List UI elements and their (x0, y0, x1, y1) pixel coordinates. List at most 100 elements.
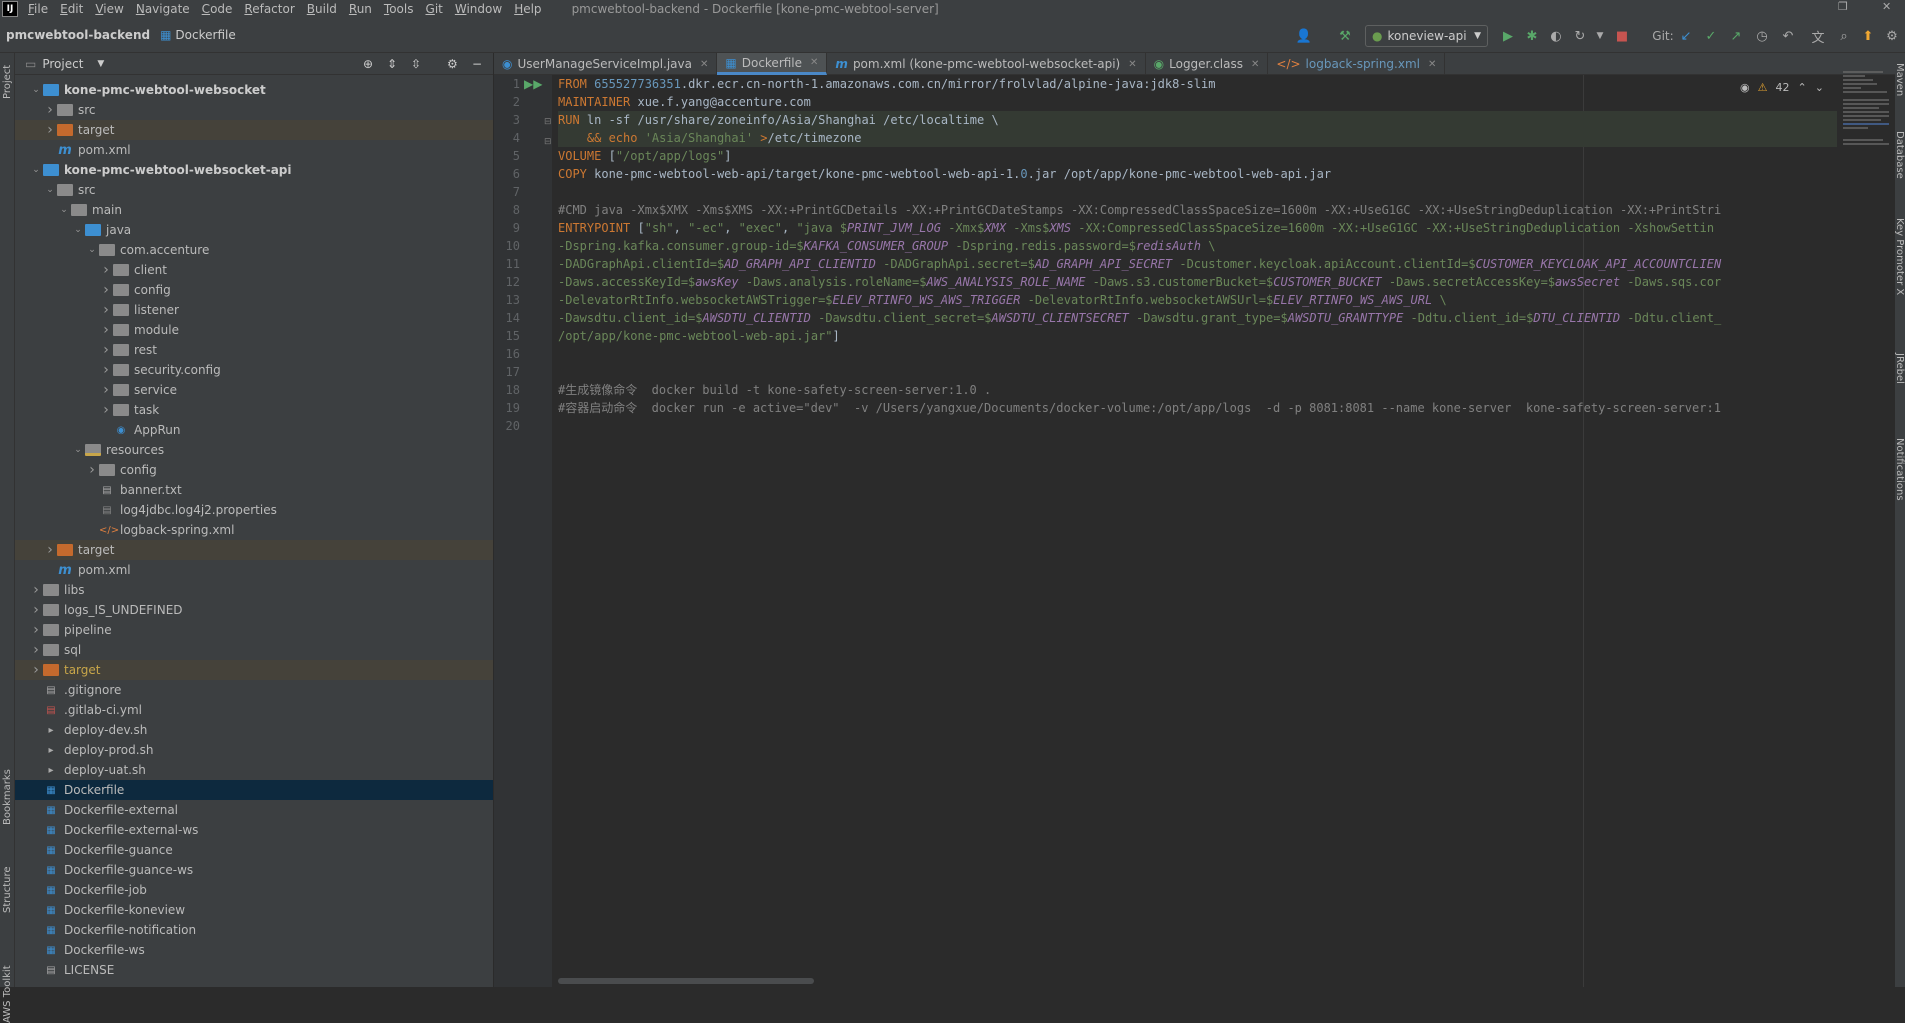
code-line[interactable]: -DelevatorRtInfo.websocketAWSTrigger=$EL… (558, 291, 1837, 309)
menu-tools[interactable]: Tools (384, 2, 414, 16)
editor-tab[interactable]: m pom.xml (kone-pmc-webtool-websocket-api… (827, 53, 1146, 75)
expanded-chevron-icon[interactable]: ⌄ (57, 205, 71, 215)
tree-item[interactable]: ▦ Dockerfile-ws (15, 940, 493, 960)
expanded-chevron-icon[interactable]: ⌄ (29, 85, 43, 95)
menu-view[interactable]: View (95, 2, 123, 16)
breadcrumb-project[interactable]: pmcwebtool-backend (6, 28, 150, 42)
menu-refactor[interactable]: Refactor (244, 2, 294, 16)
coverage-icon[interactable]: ◐ (1546, 26, 1566, 46)
menu-navigate[interactable]: Navigate (136, 2, 190, 16)
code-line[interactable] (558, 417, 1837, 435)
history-icon[interactable]: ◷ (1752, 26, 1772, 46)
tree-item[interactable]: ▦ Dockerfile-guance-ws (15, 860, 493, 880)
collapsed-chevron-icon[interactable]: › (99, 362, 113, 378)
close-tab-icon[interactable]: ✕ (1428, 59, 1436, 70)
expanded-chevron-icon[interactable]: ⌄ (71, 225, 85, 235)
collapsed-chevron-icon[interactable]: › (99, 322, 113, 338)
tree-item[interactable]: › target (15, 540, 493, 560)
user-icon[interactable]: 👤 (1293, 26, 1315, 46)
collapsed-chevron-icon[interactable]: › (43, 102, 57, 118)
tree-item[interactable]: › listener (15, 300, 493, 320)
update-icon[interactable]: ⬆ (1858, 26, 1878, 46)
settings-gear-icon[interactable]: ⚙ (1882, 26, 1902, 46)
expanded-chevron-icon[interactable]: ⌄ (29, 165, 43, 175)
editor-tab[interactable]: </> logback-spring.xml ✕ (1268, 53, 1446, 75)
fold-marker-icon[interactable]: ⊟ (544, 117, 552, 127)
editor-tab[interactable]: ◉ UserManageServiceImpl.java ✕ (494, 53, 718, 75)
tree-item[interactable]: ▸ deploy-prod.sh (15, 740, 493, 760)
menu-run[interactable]: Run (349, 2, 372, 16)
code-line[interactable] (558, 363, 1837, 381)
tree-item[interactable]: › config (15, 460, 493, 480)
code-line[interactable] (558, 183, 1837, 201)
code-minimap[interactable] (1843, 67, 1891, 237)
tree-item[interactable]: ▤ .gitlab-ci.yml (15, 700, 493, 720)
expanded-chevron-icon[interactable]: ⌄ (71, 445, 85, 455)
tree-item[interactable]: › task (15, 400, 493, 420)
code-line[interactable]: -Dawsdtu.client_id=$AWSDTU_CLIENTID -Daw… (558, 309, 1837, 327)
maven-tool-button[interactable]: Maven (1894, 63, 1905, 96)
tree-item[interactable]: › config (15, 280, 493, 300)
close-window-icon[interactable]: ✕ (1882, 0, 1891, 13)
run-gutter-icon[interactable]: ▶▶ (524, 77, 542, 91)
tree-item[interactable]: ▦ Dockerfile-guance (15, 840, 493, 860)
tree-item[interactable]: › client (15, 260, 493, 280)
tree-item[interactable]: › sql (15, 640, 493, 660)
collapsed-chevron-icon[interactable]: › (29, 622, 43, 638)
tree-item[interactable]: ▤ LICENSE (15, 960, 493, 980)
fold-marker-icon[interactable]: ⊟ (544, 137, 552, 147)
code-line[interactable]: MAINTAINER xue.f.yang@accenture.com (558, 93, 1837, 111)
menu-help[interactable]: Help (514, 2, 541, 16)
collapse-all-icon[interactable]: ⇳ (411, 57, 421, 71)
tree-item[interactable]: ▤ .gitignore (15, 680, 493, 700)
project-view-select[interactable]: Project (42, 57, 83, 71)
menu-code[interactable]: Code (202, 2, 233, 16)
tree-item[interactable]: ⌄ kone-pmc-webtool-websocket-api (15, 160, 493, 180)
editor-tab[interactable]: ▦ Dockerfile ✕ (717, 53, 828, 75)
tree-item[interactable]: ▤ banner.txt (15, 480, 493, 500)
run-configuration-select[interactable]: ● koneview-api ▼ (1365, 25, 1488, 47)
code-editor[interactable]: ▶▶ ⊟ ⊟ 1 2 3 4 5 6 7 8 9 10 11 12 13 14 15 16 17 18 19 20 F… (494, 71, 1895, 987)
code-line[interactable]: COPY kone-pmc-webtool-web-api/target/kon… (558, 165, 1837, 183)
tree-item[interactable]: ⌄ src (15, 180, 493, 200)
chevron-down-icon[interactable]: ▼ (97, 59, 104, 69)
tree-item[interactable]: ⌄ resources (15, 440, 493, 460)
tree-item[interactable]: ▸ deploy-uat.sh (15, 760, 493, 780)
tree-item[interactable]: › target (15, 120, 493, 140)
hide-panel-icon[interactable]: − (472, 57, 482, 71)
restore-window-icon[interactable]: ❐ (1838, 0, 1848, 13)
collapsed-chevron-icon[interactable]: › (99, 282, 113, 298)
tree-item[interactable]: › module (15, 320, 493, 340)
collapsed-chevron-icon[interactable]: › (29, 602, 43, 618)
code-line[interactable]: VOLUME ["/opt/app/logs"] (558, 147, 1837, 165)
tree-item[interactable]: › pipeline (15, 620, 493, 640)
stop-icon[interactable]: ■ (1612, 26, 1632, 46)
expanded-chevron-icon[interactable]: ⌄ (85, 245, 99, 255)
project-tool-button[interactable]: Project (2, 59, 13, 99)
tree-item[interactable]: ◉ AppRun (15, 420, 493, 440)
tree-item[interactable]: m pom.xml (15, 560, 493, 580)
code-line[interactable]: && echo 'Asia/Shanghai' >/etc/timezone (558, 129, 1837, 147)
close-tab-icon[interactable]: ✕ (1128, 59, 1136, 70)
menu-git[interactable]: Git (426, 2, 443, 16)
expand-all-icon[interactable]: ⇕ (387, 57, 397, 71)
tree-item[interactable]: › logs_IS_UNDEFINED (15, 600, 493, 620)
tree-item[interactable]: ▦ Dockerfile-notification (15, 920, 493, 940)
breadcrumb-file[interactable]: ▦ Dockerfile (160, 28, 236, 42)
collapsed-chevron-icon[interactable]: › (99, 402, 113, 418)
bookmarks-tool-button[interactable]: Bookmarks (2, 765, 13, 825)
code-line[interactable]: -DADGraphApi.clientId=$AD_GRAPH_API_CLIE… (558, 255, 1837, 273)
collapsed-chevron-icon[interactable]: › (43, 542, 57, 558)
panel-settings-gear-icon[interactable]: ⚙ (447, 57, 458, 71)
code-line[interactable]: FROM 655527736351.dkr.ecr.cn-north-1.ama… (558, 75, 1837, 93)
editor-tab[interactable]: ◉ Logger.class ✕ (1146, 53, 1269, 75)
code-line[interactable]: #容器启动命令 docker run -e active="dev" -v /U… (558, 399, 1837, 417)
tree-item[interactable]: › security.config (15, 360, 493, 380)
structure-tool-button[interactable]: Structure (2, 858, 13, 913)
horizontal-scrollbar[interactable] (558, 978, 814, 984)
tree-item[interactable]: ⌄ kone-pmc-webtool-websocket (15, 80, 493, 100)
build-hammer-icon[interactable]: ⚒ (1335, 26, 1355, 46)
more-run-chevron-icon[interactable]: ▼ (1593, 26, 1607, 46)
profile-icon[interactable]: ↻ (1570, 26, 1590, 46)
search-icon[interactable]: ⌕ (1834, 26, 1854, 46)
